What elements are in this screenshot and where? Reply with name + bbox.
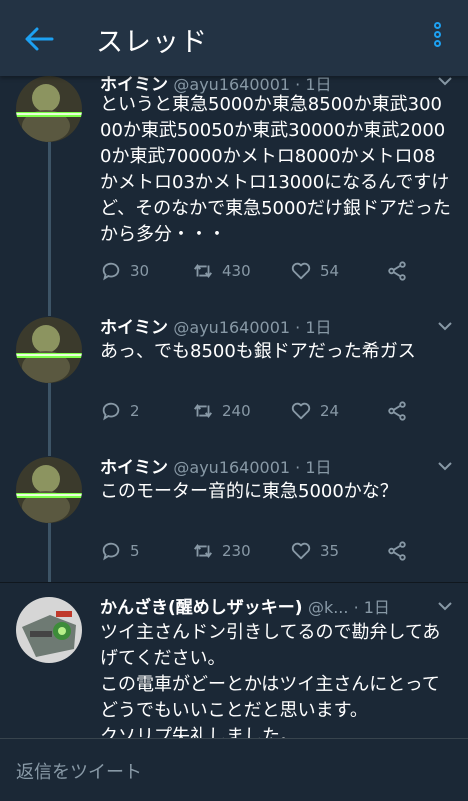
share-icon <box>388 401 406 421</box>
like-button[interactable]: 24 <box>290 400 339 422</box>
author-handle: @k... · 1日 <box>307 598 390 617</box>
tweet-actions: 5 230 35 <box>100 540 440 564</box>
avatar[interactable] <box>16 317 82 383</box>
author-handle: @ayu1640001 · 1日 <box>173 318 332 337</box>
author-name[interactable]: ホイミン <box>100 318 168 338</box>
chevron-down-icon[interactable] <box>438 601 452 611</box>
retweet-count: 240 <box>222 402 251 420</box>
reply-count: 5 <box>130 542 140 560</box>
reply-icon <box>102 402 120 421</box>
avatar[interactable] <box>16 597 82 663</box>
retweet-icon <box>194 403 212 419</box>
author-handle: @ayu1640001 · 1日 <box>173 458 332 477</box>
share-icon <box>388 541 406 561</box>
thread-line <box>48 441 51 456</box>
retweet-button[interactable]: 430 <box>192 260 251 282</box>
tweet-text: このモーター音的に東急5000かな？ <box>100 481 398 502</box>
avatar[interactable] <box>16 457 82 523</box>
avatar[interactable] <box>16 76 82 142</box>
reply-button[interactable]: 2 <box>100 400 140 422</box>
retweet-icon <box>194 263 212 279</box>
retweet-count: 430 <box>222 262 251 280</box>
tweet-actions: 30 430 54 <box>100 260 440 284</box>
chevron-down-icon[interactable] <box>438 461 452 471</box>
author-name[interactable]: かんざき(醒めしザッキー) <box>100 598 303 618</box>
app-bar: スレッド <box>0 0 468 76</box>
reply-button[interactable]: 5 <box>100 540 140 562</box>
retweet-count: 230 <box>222 542 251 560</box>
share-button[interactable] <box>386 400 408 422</box>
reply-count: 2 <box>130 402 140 420</box>
heart-icon <box>291 542 311 560</box>
thread-line <box>48 523 51 582</box>
tweet-text: ツイ主さんドン引きしてるので勘弁してあげてください。 この電車がどーとかはツイ主… <box>100 622 441 738</box>
share-button[interactable] <box>386 540 408 562</box>
reply-icon <box>102 542 120 561</box>
back-arrow-icon[interactable] <box>24 26 54 52</box>
tweet[interactable]: かんざき(醒めしザッキー) @k... · 1日 ツイ主さんドン引きしてるので勘… <box>0 583 468 738</box>
author-name[interactable]: ホイミン <box>100 458 168 478</box>
like-button[interactable]: 35 <box>290 540 339 562</box>
like-button[interactable]: 54 <box>290 260 339 282</box>
retweet-button[interactable]: 240 <box>192 400 251 422</box>
share-icon <box>388 261 406 281</box>
tweet-actions: 2 240 24 <box>100 400 440 424</box>
page-title: スレッド <box>96 27 208 58</box>
thread-line <box>48 301 51 316</box>
chevron-down-icon[interactable] <box>438 76 452 86</box>
reply-button[interactable]: 30 <box>100 260 149 282</box>
reply-count: 30 <box>130 262 150 280</box>
tweet-text: あっ、でも8500も銀ドアだった希ガス <box>100 341 416 362</box>
tweet[interactable]: ホイミン @ayu1640001 · 1日 あっ、でも8500も銀ドアだった希ガ… <box>0 301 468 441</box>
retweet-icon <box>194 543 212 559</box>
share-button[interactable] <box>386 260 408 282</box>
reply-bar: 返信をツイート <box>0 738 468 801</box>
like-count: 54 <box>320 262 340 280</box>
like-count: 24 <box>320 402 340 420</box>
heart-icon <box>291 402 311 420</box>
heart-icon <box>291 262 311 280</box>
overflow-menu-icon[interactable] <box>430 22 444 56</box>
retweet-button[interactable]: 230 <box>192 540 251 562</box>
thread-line <box>48 383 51 441</box>
thread-line <box>48 142 51 301</box>
reply-icon <box>102 262 120 281</box>
like-count: 35 <box>320 542 340 560</box>
tweet-text: というと東急5000か東急8500か東武30000か東武50050か東武3000… <box>100 94 451 245</box>
tweet[interactable]: ホイミン @ayu1640001 · 1日 というと東急5000か東急8500か… <box>0 76 468 301</box>
tweet[interactable]: ホイミン @ayu1640001 · 1日 このモーター音的に東急5000かな？… <box>0 441 468 582</box>
thread-feed[interactable]: ホイミン @ayu1640001 · 1日 というと東急5000か東急8500か… <box>0 76 468 738</box>
chevron-down-icon[interactable] <box>438 321 452 331</box>
reply-input[interactable]: 返信をツイート <box>16 758 142 784</box>
